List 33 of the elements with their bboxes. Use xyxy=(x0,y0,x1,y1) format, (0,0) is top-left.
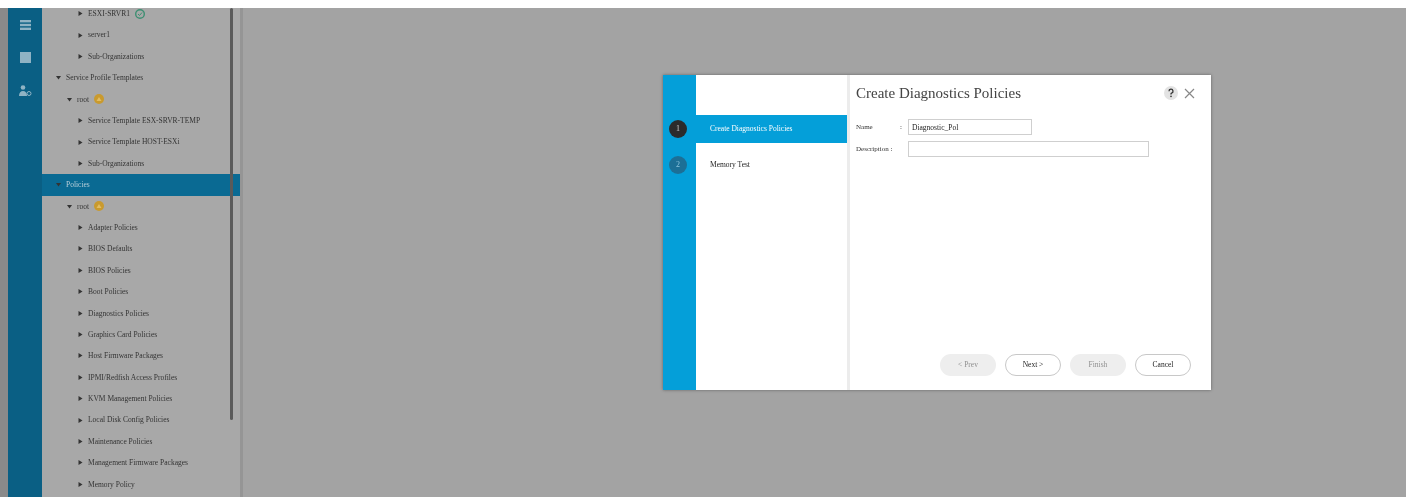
check-badge-icon xyxy=(134,8,145,19)
scrollbar[interactable] xyxy=(230,8,233,420)
collapsed-caret-icon[interactable] xyxy=(78,289,83,295)
collapsed-caret-icon[interactable] xyxy=(78,439,83,444)
help-icon[interactable] xyxy=(1164,86,1178,100)
collapsed-caret-icon[interactable] xyxy=(78,11,83,17)
square-icon[interactable] xyxy=(19,52,31,63)
collapsed-caret-icon[interactable] xyxy=(78,32,83,38)
collapsed-caret-icon[interactable] xyxy=(78,374,83,380)
user-icon[interactable] xyxy=(18,85,32,96)
collapsed-caret-icon[interactable] xyxy=(78,481,83,487)
collapsed-caret-icon[interactable] xyxy=(78,246,83,252)
collapsed-caret-icon[interactable] xyxy=(78,310,83,316)
close-icon[interactable] xyxy=(1184,87,1195,99)
collapsed-caret-icon[interactable] xyxy=(78,460,83,466)
organization-icon xyxy=(94,201,105,212)
collapsed-caret-icon[interactable] xyxy=(78,160,83,166)
expanded-caret-icon[interactable] xyxy=(67,96,72,102)
collapsed-caret-icon[interactable] xyxy=(78,396,83,402)
expanded-caret-icon[interactable] xyxy=(56,75,61,81)
dialog-title: Create Diagnostics Policies xyxy=(856,83,1021,103)
collapsed-caret-icon[interactable] xyxy=(78,118,83,124)
expanded-caret-icon[interactable] xyxy=(67,203,72,209)
collapsed-caret-icon[interactable] xyxy=(78,139,83,145)
collapsed-caret-icon[interactable] xyxy=(78,332,83,338)
collapsed-caret-icon[interactable] xyxy=(78,53,83,59)
menu-icon[interactable] xyxy=(19,20,31,30)
collapsed-caret-icon[interactable] xyxy=(78,267,83,273)
collapsed-caret-icon[interactable] xyxy=(78,417,83,423)
input-field[interactable] xyxy=(908,141,1149,157)
collapsed-caret-icon[interactable] xyxy=(78,353,83,359)
collapsed-caret-icon[interactable] xyxy=(78,225,83,231)
organization-icon xyxy=(94,94,105,105)
